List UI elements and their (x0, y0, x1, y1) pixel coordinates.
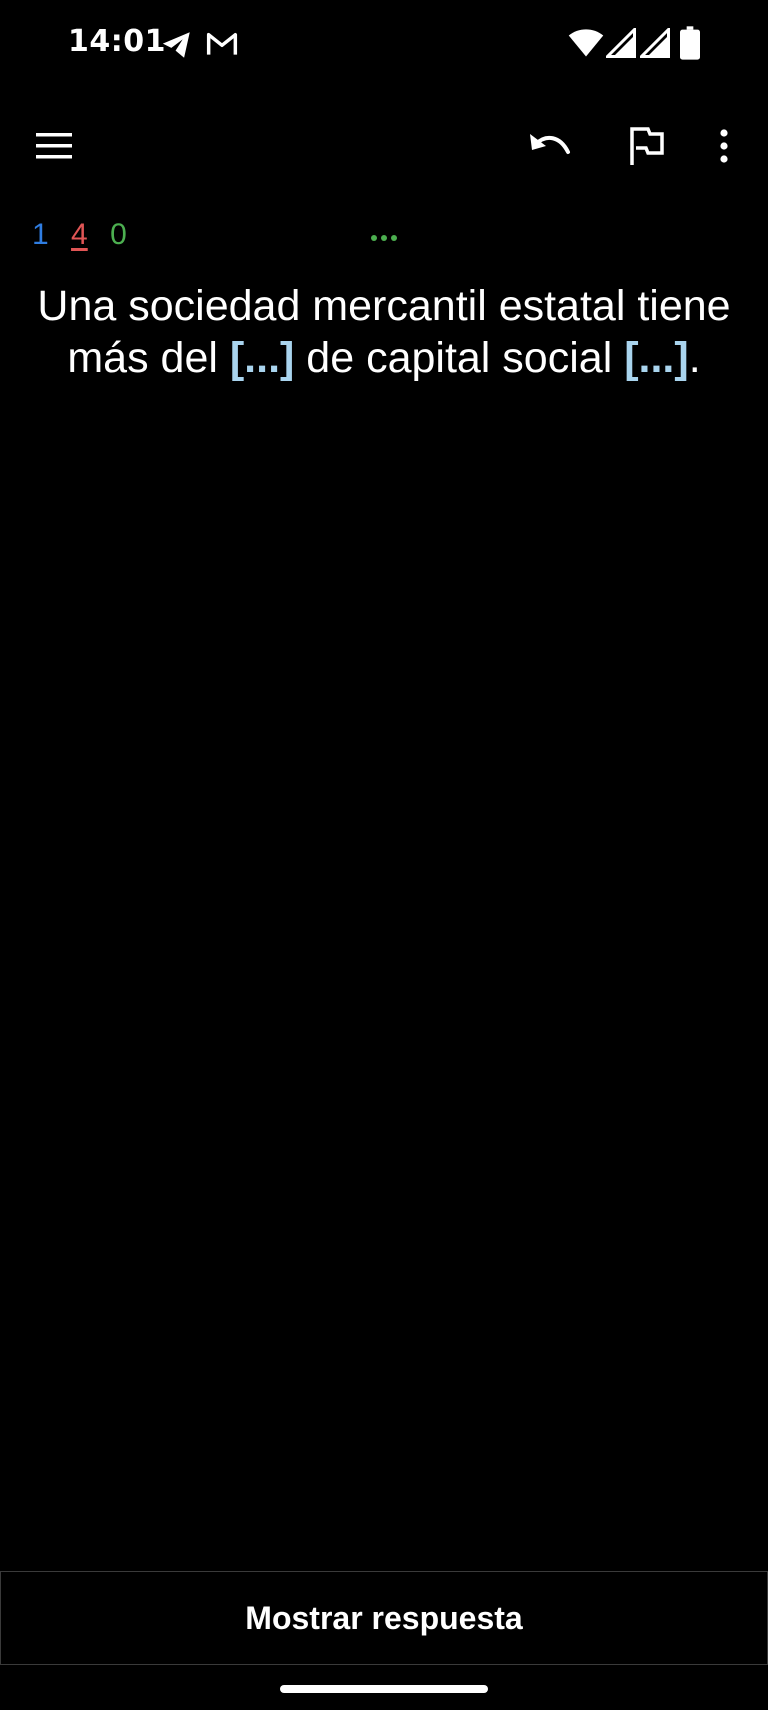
menu-icon (34, 131, 74, 165)
undo-icon (528, 130, 572, 166)
cloze-deletion: [...] (624, 334, 689, 382)
status-bar: 14:01 (0, 0, 768, 90)
menu-button[interactable] (26, 120, 82, 176)
cloze-deletion: [...] (229, 334, 295, 382)
review-count: 0 (110, 218, 127, 251)
learning-count: 4 (71, 218, 88, 251)
undo-button[interactable] (522, 120, 578, 176)
show-answer-button[interactable]: Mostrar respuesta (0, 1571, 768, 1665)
home-indicator[interactable] (280, 1685, 488, 1693)
question-text-part2: de capital social (294, 334, 625, 382)
signal-icon (637, 25, 670, 62)
toolbar (0, 100, 768, 196)
status-time: 14:01 (68, 24, 166, 59)
card-counts: 1 4 0 (32, 218, 141, 252)
battery-icon (680, 26, 700, 64)
flag-button[interactable] (618, 120, 674, 176)
card-question: Una sociedad mercantil estatal tiene más… (14, 280, 754, 384)
question-text-part3: . (688, 334, 701, 382)
progress-dots-icon (370, 228, 400, 241)
telegram-icon (160, 28, 194, 66)
gmail-icon (206, 30, 238, 62)
new-count: 1 (32, 218, 49, 251)
wifi-icon (568, 28, 604, 62)
reviewer-screen: 14:01 1 4 0 Una sociedad mercantil estat… (0, 0, 768, 1710)
more-vert-icon (718, 128, 730, 168)
signal-icon (603, 25, 636, 62)
show-answer-label: Mostrar respuesta (245, 1599, 523, 1636)
more-options-button[interactable] (696, 120, 752, 176)
flag-icon (626, 125, 666, 171)
